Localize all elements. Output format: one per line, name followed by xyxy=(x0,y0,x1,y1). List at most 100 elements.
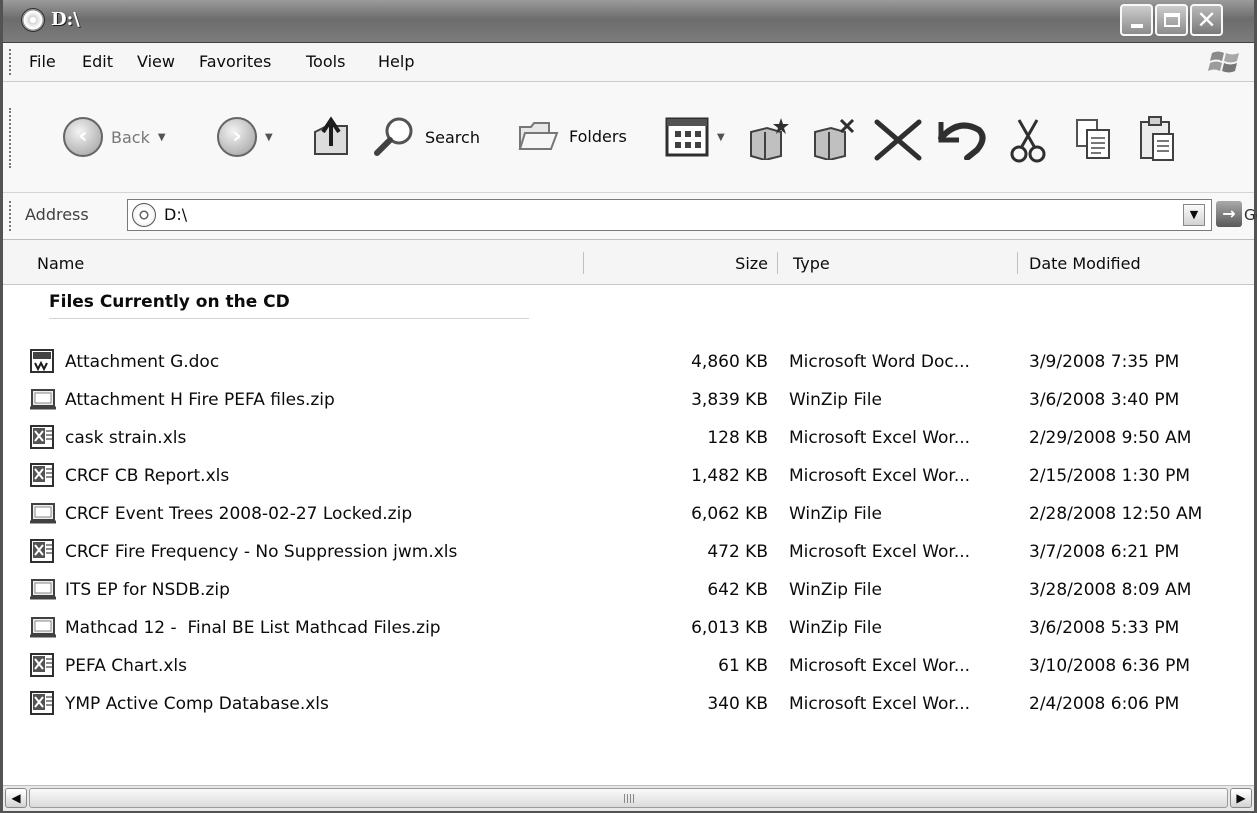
menu-view[interactable]: View xyxy=(137,52,175,71)
cd-drive-icon xyxy=(21,8,45,32)
horizontal-scrollbar[interactable]: ◀ ▶ xyxy=(3,785,1254,811)
file-date-modified: 2/29/2008 9:50 AM xyxy=(1029,428,1192,448)
address-label: Address xyxy=(25,205,89,224)
go-button[interactable]: Go xyxy=(1244,206,1257,224)
standard-toolbar: ‹ Back ▼ › ▼ Search Folders ▼ xyxy=(3,82,1254,192)
address-dropdown-icon[interactable]: ▼ xyxy=(1183,204,1205,226)
column-divider[interactable] xyxy=(777,252,778,274)
excel-file-icon xyxy=(30,463,54,487)
folders-button[interactable]: Folders xyxy=(517,117,627,155)
file-row[interactable]: cask strain.xls 128 KB Microsoft Excel W… xyxy=(3,419,1254,457)
zip-file-icon xyxy=(30,389,56,410)
file-size: 340 KB xyxy=(707,694,768,714)
delete-icon[interactable] xyxy=(871,118,925,162)
toolbar-grip[interactable] xyxy=(9,108,14,168)
undo-icon[interactable] xyxy=(933,116,987,160)
back-label: Back xyxy=(111,127,150,147)
search-button[interactable]: Search xyxy=(371,115,480,159)
file-type: WinZip File xyxy=(789,580,882,600)
file-row[interactable]: CRCF Event Trees 2008-02-27 Locked.zip 6… xyxy=(3,495,1254,533)
file-name: ITS EP for NSDB.zip xyxy=(65,580,230,600)
file-row[interactable]: Attachment G.doc 4,860 KB Microsoft Word… xyxy=(3,343,1254,381)
file-row[interactable]: Attachment H Fire PEFA files.zip 3,839 K… xyxy=(3,381,1254,419)
views-button[interactable]: ▼ xyxy=(665,117,725,157)
scrollbar-thumb[interactable] xyxy=(29,788,1228,808)
menu-grip[interactable] xyxy=(9,49,14,75)
excel-file-icon xyxy=(30,653,54,677)
address-value: D:\ xyxy=(164,205,188,224)
file-row[interactable]: YMP Active Comp Database.xls 340 KB Micr… xyxy=(3,685,1254,723)
address-bar: Address D:\ ▼ → Go xyxy=(3,192,1257,240)
close-icon: ✕ xyxy=(1196,6,1217,34)
search-label: Search xyxy=(425,127,480,147)
menu-file[interactable]: File xyxy=(29,52,56,71)
file-date-modified: 3/9/2008 7:35 PM xyxy=(1029,352,1180,372)
minimize-button[interactable] xyxy=(1120,4,1153,36)
column-header-date-modified[interactable]: Date Modified xyxy=(1029,254,1141,273)
file-date-modified: 2/4/2008 6:06 PM xyxy=(1029,694,1180,714)
zip-file-icon xyxy=(30,579,56,600)
file-size: 472 KB xyxy=(707,542,768,562)
forward-button[interactable]: › ▼ xyxy=(217,117,273,157)
move-to-icon[interactable] xyxy=(811,116,857,160)
file-row[interactable]: PEFA Chart.xls 61 KB Microsoft Excel Wor… xyxy=(3,647,1254,685)
views-icon xyxy=(665,117,709,157)
forward-dropdown-icon[interactable]: ▼ xyxy=(265,132,273,143)
column-header-row: Name Size Type Date Modified xyxy=(3,240,1254,285)
menu-favorites[interactable]: Favorites xyxy=(199,52,271,71)
column-divider[interactable] xyxy=(1017,252,1018,274)
file-date-modified: 2/28/2008 12:50 AM xyxy=(1029,504,1203,524)
maximize-button[interactable] xyxy=(1155,4,1188,36)
excel-file-icon xyxy=(30,425,54,449)
scroll-right-icon[interactable]: ▶ xyxy=(1230,788,1252,808)
file-date-modified: 3/10/2008 6:36 PM xyxy=(1029,656,1191,676)
file-name: Attachment H Fire PEFA files.zip xyxy=(65,390,335,410)
copy-icon[interactable] xyxy=(1073,116,1113,162)
views-dropdown-icon[interactable]: ▼ xyxy=(717,132,725,143)
file-size: 6,013 KB xyxy=(691,618,768,638)
forward-arrow-icon: › xyxy=(217,117,257,157)
file-name: Mathcad 12 - Final BE List Mathcad Files… xyxy=(65,618,441,638)
windows-logo-icon xyxy=(1208,51,1239,73)
paste-icon[interactable] xyxy=(1137,114,1177,164)
file-row[interactable]: Mathcad 12 - Final BE List Mathcad Files… xyxy=(3,609,1254,647)
file-row[interactable]: CRCF CB Report.xls 1,482 KB Microsoft Ex… xyxy=(3,457,1254,495)
column-header-size[interactable]: Size xyxy=(735,254,768,273)
maximize-icon xyxy=(1163,13,1180,27)
back-arrow-icon: ‹ xyxy=(63,117,103,157)
menu-edit[interactable]: Edit xyxy=(82,52,113,71)
file-name: PEFA Chart.xls xyxy=(65,656,188,676)
file-size: 1,482 KB xyxy=(691,466,768,486)
folders-icon xyxy=(518,122,559,150)
cut-icon[interactable] xyxy=(1009,118,1047,164)
menu-tools[interactable]: Tools xyxy=(306,52,345,71)
file-type: WinZip File xyxy=(789,618,882,638)
explorer-window: D:\ ✕ File Edit View Favorites Tools Hel… xyxy=(0,0,1257,813)
file-date-modified: 3/6/2008 5:33 PM xyxy=(1029,618,1180,638)
file-type: Microsoft Excel Wor... xyxy=(789,694,971,714)
folders-label: Folders xyxy=(569,126,627,146)
menu-help[interactable]: Help xyxy=(378,52,414,71)
column-header-name[interactable]: Name xyxy=(37,254,84,273)
copy-to-icon[interactable] xyxy=(747,116,793,160)
window-title: D:\ xyxy=(51,9,80,30)
file-row[interactable]: CRCF Fire Frequency - No Suppression jwm… xyxy=(3,533,1254,571)
file-name: Attachment G.doc xyxy=(65,352,220,372)
scroll-left-icon[interactable]: ◀ xyxy=(5,788,27,808)
up-folder-icon[interactable] xyxy=(309,114,353,160)
file-date-modified: 3/28/2008 8:09 AM xyxy=(1029,580,1192,600)
back-dropdown-icon[interactable]: ▼ xyxy=(158,132,166,143)
file-type: Microsoft Excel Wor... xyxy=(789,656,971,676)
go-arrow-icon[interactable]: → xyxy=(1216,201,1242,227)
zip-file-icon xyxy=(30,617,56,638)
column-header-type[interactable]: Type xyxy=(793,254,830,273)
scroll-grip-icon xyxy=(623,794,634,803)
address-input[interactable]: D:\ ▼ xyxy=(127,199,1212,231)
address-grip[interactable] xyxy=(9,201,14,231)
back-button[interactable]: ‹ Back ▼ xyxy=(63,117,166,157)
column-divider[interactable] xyxy=(583,252,584,274)
file-type: WinZip File xyxy=(789,390,882,410)
title-bar[interactable]: D:\ ✕ xyxy=(3,0,1254,43)
file-row[interactable]: ITS EP for NSDB.zip 642 KB WinZip File 3… xyxy=(3,571,1254,609)
close-button[interactable]: ✕ xyxy=(1190,4,1223,36)
